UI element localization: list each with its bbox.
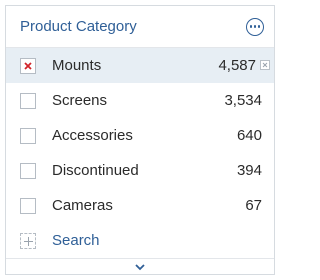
facet-item-label: Accessories [52, 127, 133, 144]
panel-header: Product Category [6, 6, 274, 48]
facet-item-count: 4,587 [218, 57, 256, 74]
facet-item-mounts[interactable]: Mounts 4,587 [6, 48, 274, 83]
more-options-icon[interactable] [246, 17, 264, 36]
facet-item-screens[interactable]: Screens 3,534 [6, 83, 274, 118]
checkbox[interactable] [20, 162, 36, 179]
checkbox[interactable] [20, 92, 36, 109]
x-check-icon [24, 61, 32, 70]
search-label: Search [52, 232, 100, 249]
panel-title: Product Category [20, 18, 137, 35]
facet-list: Mounts 4,587 Screens 3,534 Accessories 6… [6, 48, 274, 258]
facet-item-label: Mounts [52, 57, 102, 74]
clear-selection-icon[interactable] [260, 60, 270, 70]
facet-search-button[interactable]: Search [6, 223, 274, 258]
facet-item-accessories[interactable]: Accessories 640 [6, 118, 274, 153]
add-icon [20, 232, 36, 249]
facet-item-count: 3,534 [224, 92, 262, 109]
facet-item-label: Cameras [52, 197, 113, 214]
checkbox[interactable] [20, 197, 36, 214]
facet-item-label: Discontinued [52, 162, 139, 179]
facet-item-cameras[interactable]: Cameras 67 [6, 188, 274, 223]
chevron-down-icon [135, 263, 145, 270]
expand-toggle[interactable] [6, 258, 274, 274]
facet-item-count: 640 [236, 127, 262, 144]
facet-item-label: Screens [52, 92, 108, 109]
facet-panel: Product Category Mounts 4,587 Screens 3,… [5, 5, 275, 275]
facet-item-discontinued[interactable]: Discontinued 394 [6, 153, 274, 188]
checkbox[interactable] [20, 127, 36, 144]
checkbox-checked[interactable] [20, 57, 36, 74]
facet-item-count: 67 [245, 197, 262, 214]
facet-item-count: 394 [236, 162, 262, 179]
